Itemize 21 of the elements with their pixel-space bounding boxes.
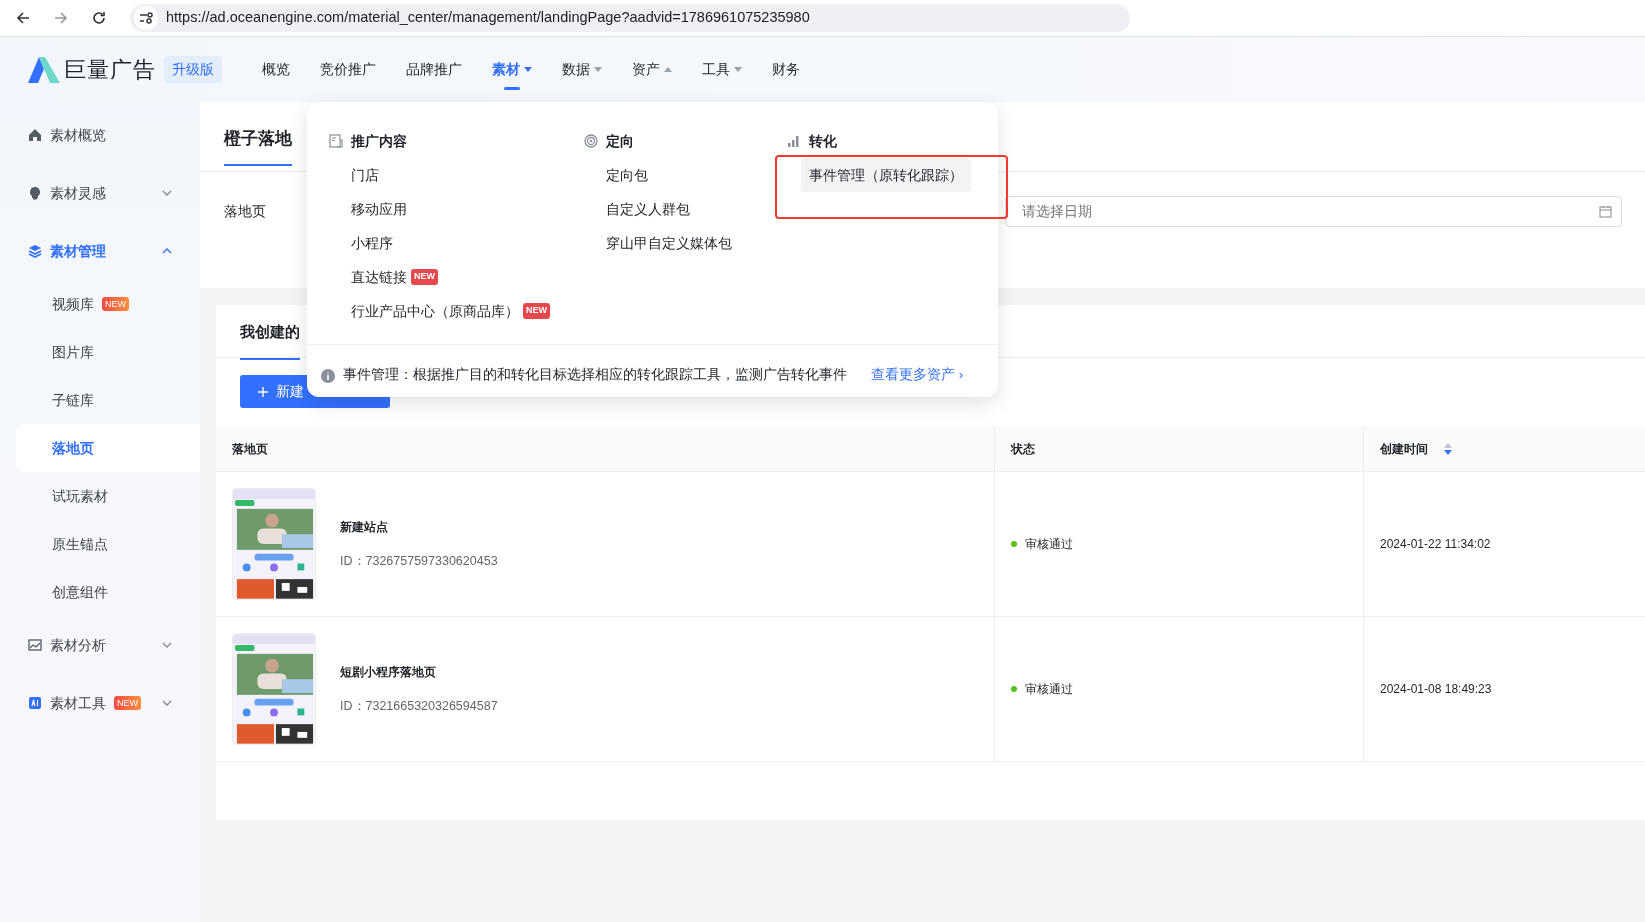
menu-note: 事件管理：根据推广目的和转化目标选择相应的转化跟踪工具，监测广告转化事件 bbox=[343, 366, 847, 385]
created-time: 2024-01-08 18:49:23 bbox=[1380, 681, 1492, 698]
url-text: https://ad.oceanengine.com/material_center/management/landingPage?aadvid=1786961075235980 bbox=[166, 8, 810, 28]
new-badge: NEW bbox=[102, 297, 129, 311]
new-badge: NEW bbox=[523, 303, 550, 319]
menu-group-title: 转化 bbox=[808, 131, 837, 151]
page-title: 橙子落地 bbox=[224, 102, 292, 166]
new-badge: NEW bbox=[411, 269, 438, 285]
landing-page-id: ID：7326757597330620453 bbox=[340, 552, 498, 570]
status-text: 审核通过 bbox=[1025, 536, 1073, 553]
filter-label: 落地页 bbox=[224, 201, 266, 221]
brand-name: 巨量广告 bbox=[64, 56, 156, 84]
created-time: 2024-01-22 11:34:02 bbox=[1380, 536, 1491, 553]
menu-group-title: 定向 bbox=[606, 131, 634, 151]
edition-tag: 升级版 bbox=[164, 56, 222, 83]
menu-group-title: 推广内容 bbox=[351, 131, 407, 151]
column-header: 落地页 bbox=[216, 426, 994, 472]
column-header: 状态 bbox=[994, 426, 1363, 472]
status-text: 审核通过 bbox=[1025, 681, 1073, 698]
landing-page-id: ID：7321665320326594587 bbox=[340, 697, 498, 715]
new-badge: NEW bbox=[114, 696, 141, 710]
